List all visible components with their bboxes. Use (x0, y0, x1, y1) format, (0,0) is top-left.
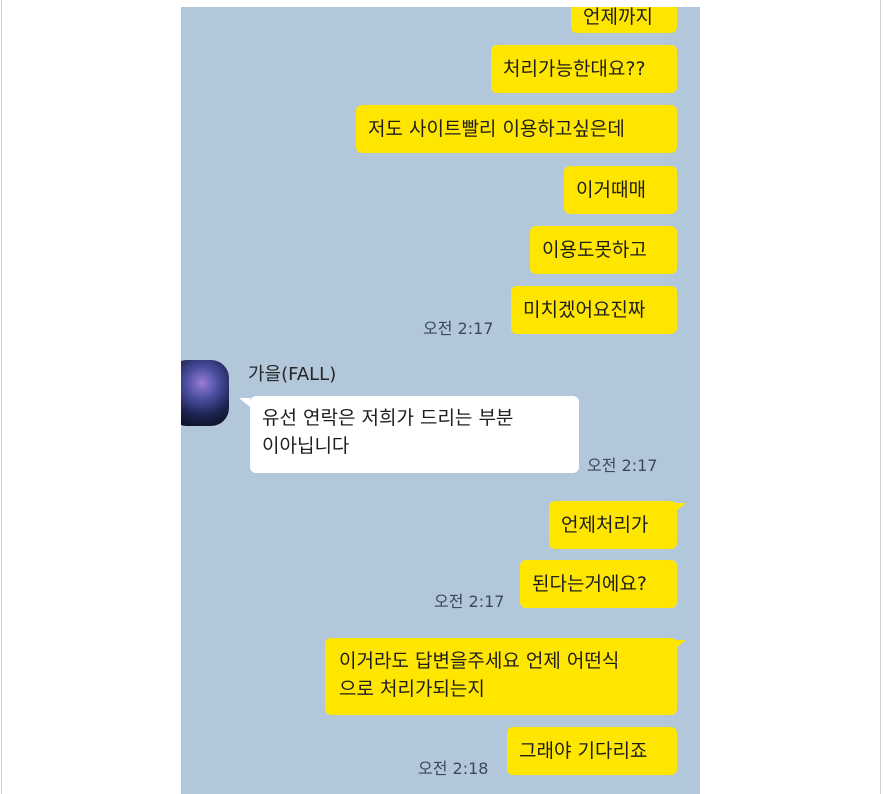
message-text: 된다는거에요? (532, 573, 647, 595)
message-bubble[interactable]: 처리가능한대요?? (491, 45, 677, 93)
message-bubble[interactable]: 언제처리가 (549, 501, 677, 549)
timestamp: 오전 2:17 (587, 456, 658, 475)
chat-area[interactable]: 언제까지 처리가능한대요?? 저도 사이트빨리 이용하고싶은데 이거때매 이용도… (181, 7, 700, 794)
message-text: 이거라도 답변을주세요 언제 어떤식 (339, 650, 620, 672)
timestamp: 오전 2:18 (418, 759, 489, 778)
message-bubble[interactable]: 유선 연락은 저희가 드리는 부분 이아닙니다 (250, 396, 579, 473)
profile-avatar-icon[interactable] (181, 360, 229, 426)
bubble-tail (239, 398, 250, 407)
frame-border-right (880, 0, 881, 794)
message-text: 으로 처리가되는지 (339, 678, 485, 700)
message-text: 처리가능한대요?? (503, 58, 646, 80)
message-bubble[interactable]: 저도 사이트빨리 이용하고싶은데 (356, 105, 677, 153)
message-text: 이용도못하고 (542, 239, 647, 261)
message-text: 언제처리가 (561, 514, 649, 536)
message-bubble[interactable]: 이거때매 (564, 166, 677, 214)
message-bubble[interactable]: 이용도못하고 (530, 226, 677, 274)
timestamp: 오전 2:17 (423, 319, 494, 338)
message-text: 언제까지 (583, 7, 653, 28)
message-bubble[interactable]: 이거라도 답변을주세요 언제 어떤식 으로 처리가되는지 (325, 638, 677, 715)
message-text: 저도 사이트빨리 이용하고싶은데 (368, 118, 625, 140)
frame-border-left (1, 0, 2, 794)
message-text: 미치겠어요진짜 (523, 299, 646, 321)
sender-name: 가을(FALL) (248, 364, 337, 385)
message-bubble[interactable]: 미치겠어요진짜 (511, 286, 677, 334)
message-text: 그래야 기다리죠 (519, 740, 648, 762)
message-bubble[interactable]: 된다는거에요? (520, 560, 677, 608)
message-text: 유선 연락은 저희가 드리는 부분 (262, 407, 514, 429)
message-bubble[interactable]: 그래야 기다리죠 (507, 727, 677, 775)
message-text: 이거때매 (576, 179, 646, 201)
message-bubble[interactable]: 언제까지 (571, 7, 677, 33)
timestamp: 오전 2:17 (434, 592, 505, 611)
message-text: 이아닙니다 (262, 435, 350, 457)
